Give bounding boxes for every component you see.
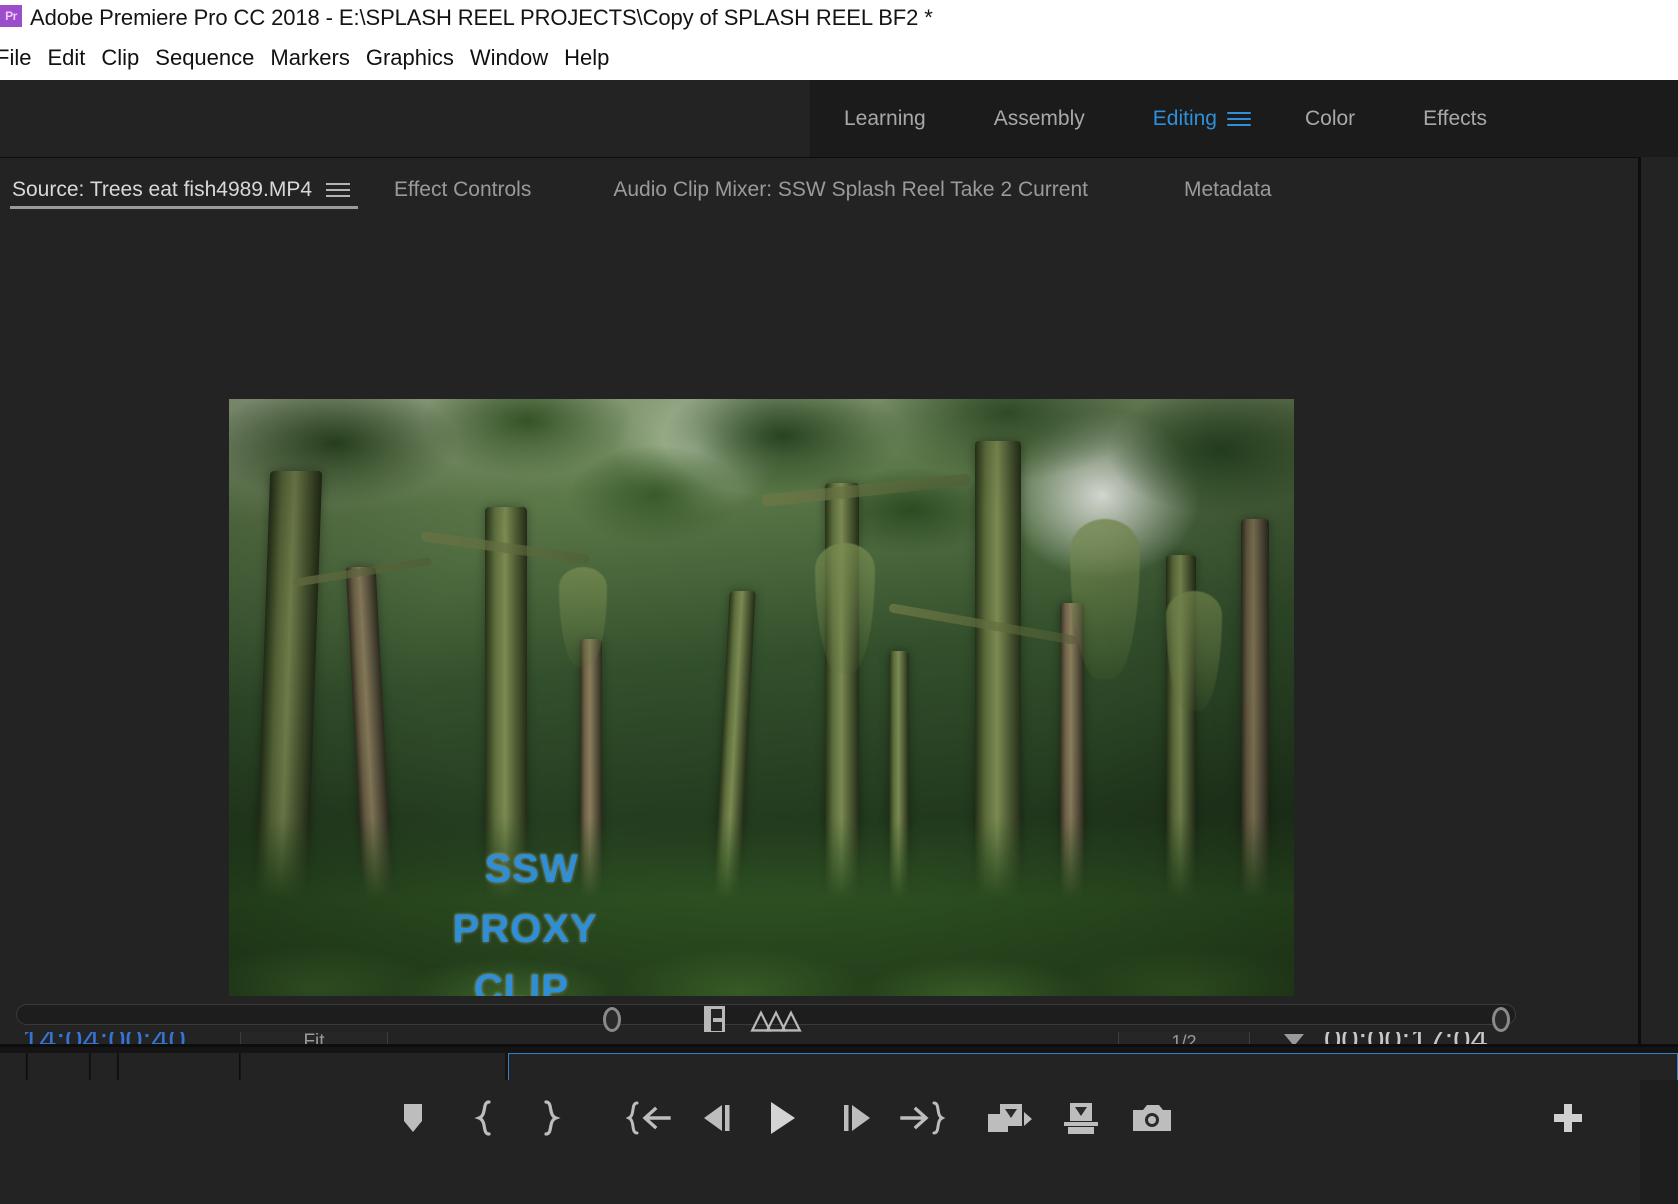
bottom-panel-segment[interactable] bbox=[91, 1053, 118, 1080]
play-stop-button[interactable] bbox=[765, 1096, 799, 1140]
mark-in-button[interactable] bbox=[472, 1096, 498, 1140]
insert-button[interactable] bbox=[986, 1096, 1034, 1140]
video-frame[interactable]: SSW PROXY CLIP bbox=[229, 399, 1294, 998]
bottom-panel-active-focused[interactable] bbox=[508, 1053, 1678, 1080]
workspace-tab-color[interactable]: Color bbox=[1271, 107, 1389, 131]
menu-bar: File Edit Clip Sequence Markers Graphics… bbox=[0, 36, 1678, 80]
workspace-tab-effects[interactable]: Effects bbox=[1389, 107, 1521, 131]
source-panel-tab-bar: Source: Trees eat fish4989.MP4 Effect Co… bbox=[0, 158, 1640, 222]
proxy-clip-overlay: SSW PROXY CLIP bbox=[229, 399, 1294, 998]
mark-out-button[interactable] bbox=[537, 1096, 563, 1140]
tab-source-label: Source: Trees eat fish4989.MP4 bbox=[12, 178, 312, 201]
panel-menu-hamburger-icon[interactable] bbox=[326, 183, 350, 197]
menu-item-clip[interactable]: Clip bbox=[93, 45, 147, 71]
right-adjacent-panel[interactable] bbox=[1640, 157, 1678, 1047]
audio-waveform-icon[interactable]: △△△ bbox=[751, 1006, 801, 1032]
proxy-overlay-line-1: SSW bbox=[484, 847, 579, 892]
bottom-panel-segment[interactable] bbox=[28, 1053, 90, 1080]
bottom-panel-segment[interactable] bbox=[119, 1053, 240, 1080]
bottom-panel-segment[interactable] bbox=[0, 1053, 27, 1080]
button-editor-plus-icon[interactable] bbox=[1546, 1096, 1590, 1140]
tab-metadata[interactable]: Metadata bbox=[1184, 178, 1272, 202]
bottom-panel-segment[interactable] bbox=[241, 1053, 505, 1080]
bottom-panel-strip bbox=[0, 1047, 1678, 1080]
menu-item-help[interactable]: Help bbox=[556, 45, 617, 71]
transport-controls-row bbox=[0, 1066, 1640, 1204]
scrubber-row[interactable] bbox=[0, 996, 1640, 1032]
workspace-tab-assembly[interactable]: Assembly bbox=[960, 107, 1119, 131]
tab-effect-controls[interactable]: Effect Controls bbox=[394, 178, 531, 202]
workspace-tab-list: Learning Assembly Editing Color Effects bbox=[810, 80, 1521, 157]
go-to-out-button[interactable] bbox=[900, 1096, 946, 1140]
menu-item-file[interactable]: File bbox=[0, 45, 39, 71]
workspace-bar-left-fill bbox=[0, 80, 810, 157]
workspace-overflow-hamburger-icon[interactable] bbox=[1226, 111, 1251, 126]
source-monitor-panel: Source: Trees eat fish4989.MP4 Effect Co… bbox=[0, 157, 1640, 1204]
go-to-in-button[interactable] bbox=[625, 1096, 671, 1140]
workspace-tab-editing[interactable]: Editing bbox=[1119, 107, 1227, 131]
menu-item-window[interactable]: Window bbox=[462, 45, 556, 71]
workspace-bar: Learning Assembly Editing Color Effects bbox=[0, 80, 1678, 157]
proxy-overlay-line-2: PROXY bbox=[452, 907, 598, 952]
filmstrip-icon[interactable] bbox=[704, 1006, 725, 1034]
premiere-pro-logo-icon: Pr bbox=[0, 5, 22, 27]
window-title: Adobe Premiere Pro CC 2018 - E:\SPLASH R… bbox=[30, 5, 933, 30]
proxy-overlay-line-3: CLIP bbox=[473, 967, 570, 998]
scrubber-end-handle[interactable] bbox=[1492, 1007, 1510, 1032]
tab-source-active-underline bbox=[10, 206, 358, 209]
tab-source[interactable]: Source: Trees eat fish4989.MP4 bbox=[12, 178, 350, 202]
scrubber-playhead-handle[interactable] bbox=[603, 1007, 621, 1032]
menu-item-edit[interactable]: Edit bbox=[39, 45, 93, 71]
tab-audio-clip-mixer[interactable]: Audio Clip Mixer: SSW Splash Reel Take 2… bbox=[613, 178, 1088, 202]
step-forward-button[interactable] bbox=[838, 1096, 876, 1140]
export-frame-button[interactable] bbox=[1129, 1096, 1175, 1140]
menu-item-sequence[interactable]: Sequence bbox=[147, 45, 262, 71]
overwrite-button[interactable] bbox=[1057, 1096, 1103, 1140]
menu-item-graphics[interactable]: Graphics bbox=[358, 45, 462, 71]
menu-item-markers[interactable]: Markers bbox=[262, 45, 357, 71]
workspace-tab-learning[interactable]: Learning bbox=[810, 107, 960, 131]
title-bar: Pr Adobe Premiere Pro CC 2018 - E:\SPLAS… bbox=[0, 0, 1678, 36]
add-marker-button[interactable] bbox=[398, 1096, 428, 1140]
video-preview-area[interactable]: SSW PROXY CLIP bbox=[0, 222, 1640, 1038]
step-back-button[interactable] bbox=[698, 1096, 736, 1140]
